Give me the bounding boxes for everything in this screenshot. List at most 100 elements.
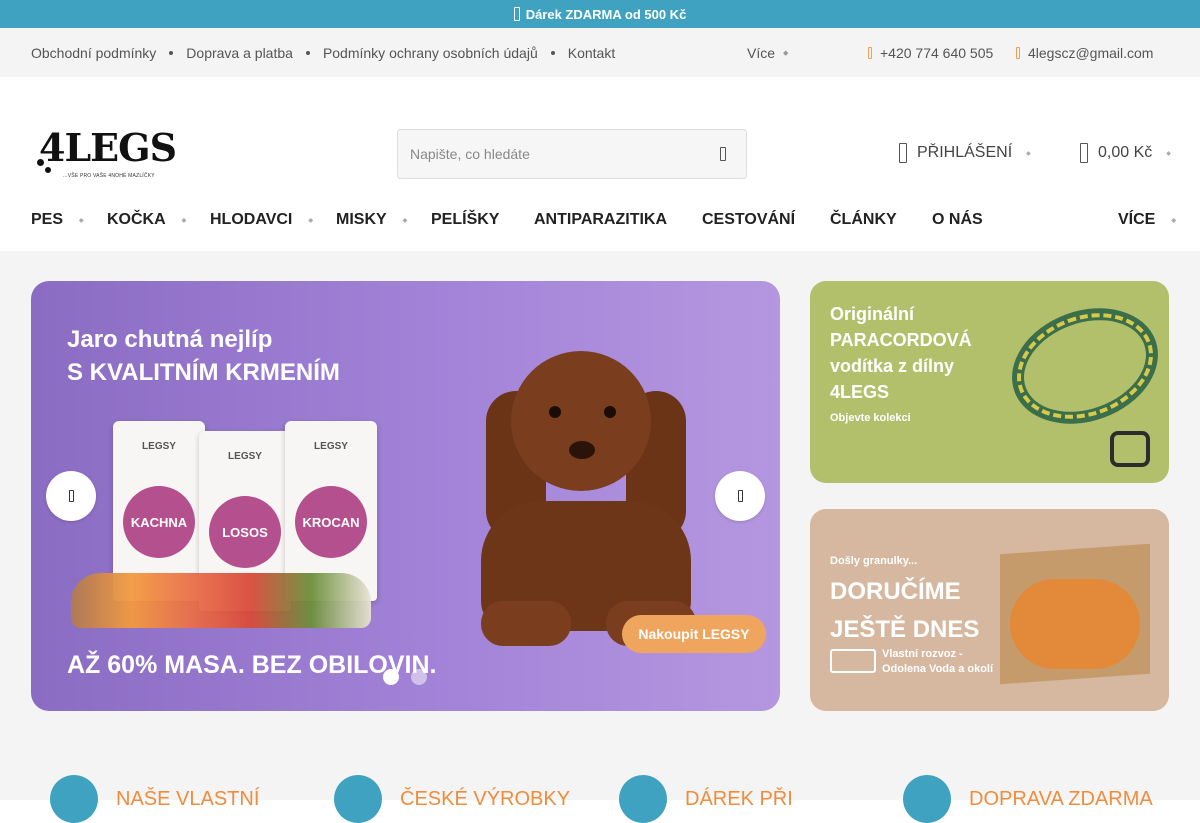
hero-cta-button[interactable]: Nakoupit LEGSY [622, 615, 766, 653]
slider-dot[interactable] [411, 669, 427, 685]
feature-item: DÁREK PŘI [619, 775, 793, 823]
paw-badge-icon [50, 775, 98, 823]
bag-flavor: KROCAN [295, 486, 367, 558]
logo-wordmark: 4LEGS [39, 125, 177, 170]
banner-line: PARACORDOVÁ [830, 330, 972, 350]
banner-delivery-title: DORUČÍME JEŠTĚ DNES [830, 573, 979, 649]
feature-label: ČESKÉ VÝROBKY [400, 787, 571, 810]
search-input[interactable] [410, 146, 720, 162]
feature-item: DOPRAVA ZDARMA [903, 775, 1153, 823]
banner-paracord-title: Originální PARACORDOVÁ vodítka z dílny 4… [830, 301, 972, 405]
dog-nose [569, 441, 595, 459]
slider-dots [383, 669, 427, 685]
search-icon[interactable] [720, 147, 726, 161]
cart-icon [1080, 143, 1088, 163]
chevron-down-icon: ◆ [79, 217, 84, 224]
logo-tagline: ...VŠE PRO VAŠE 4NOHÉ MAZLÍČKY [63, 173, 155, 179]
chevron-left-icon [68, 490, 74, 502]
nav-item-cestovani[interactable]: CESTOVÁNÍ [702, 211, 795, 229]
nav-item-hlodavci[interactable]: HLODAVCI ◆ [210, 211, 313, 229]
chevron-down-icon: ◆ [1171, 217, 1176, 224]
separator-dot [169, 50, 174, 55]
topbar-links: Obchodní podmínky Doprava a platba Podmí… [31, 45, 615, 61]
bag-brand: LEGSY [228, 451, 262, 462]
feature-label: DÁREK PŘI [685, 787, 793, 810]
bag-brand: LEGSY [314, 441, 348, 452]
bag-flavor: KACHNA [123, 486, 195, 558]
chevron-down-icon: ◆ [1026, 150, 1031, 157]
banner-line: JEŠTĚ DNES [830, 616, 980, 643]
banner-delivery-pre: Došly granulky... [830, 555, 918, 567]
bag-brand: LEGSY [142, 441, 176, 452]
banner-line: vodítka z dílny [830, 356, 955, 376]
slider-dot[interactable] [383, 669, 399, 685]
nav-item-misky[interactable]: MISKY ◆ [336, 211, 407, 229]
topbar-more-dropdown[interactable]: Více ◆ [747, 45, 788, 61]
promo-text: Dárek ZDARMA od 500 Kč [525, 6, 687, 22]
phone-icon [868, 46, 872, 59]
phone-contact[interactable]: +420 774 640 505 [868, 45, 993, 61]
hero-headline-line1: Jaro chutná nejlíp [67, 326, 273, 353]
nav-label: ČLÁNKY [830, 211, 897, 228]
search-box [397, 129, 747, 179]
cat-image [1010, 579, 1140, 669]
dog-eye [604, 406, 616, 418]
phone-number: +420 774 640 505 [880, 44, 994, 61]
link-obchodni-podminky[interactable]: Obchodní podmínky [31, 45, 156, 61]
link-kontakt[interactable]: Kontakt [568, 45, 615, 61]
hero-headline: Jaro chutná nejlíp S KVALITNÍM KRMENÍM [67, 323, 340, 389]
dog-eye [549, 406, 561, 418]
chevron-down-icon: ◆ [783, 49, 789, 57]
login-button[interactable]: PŘIHLÁŠENÍ ◆ [899, 143, 1031, 163]
nav-label: MISKY [336, 211, 387, 228]
nav-item-vice[interactable]: VÍCE ◆ [1118, 211, 1176, 229]
chevron-down-icon: ◆ [308, 217, 313, 224]
banner-line: DORUČÍME [830, 578, 961, 605]
banner-line: 4LEGS [830, 382, 890, 402]
nav-item-pes[interactable]: PES ◆ [31, 211, 84, 229]
slider-prev-button[interactable] [46, 471, 96, 521]
nav-item-pelisky[interactable]: PELÍŠKY [431, 211, 499, 229]
login-label: PŘIHLÁŠENÍ [917, 144, 1013, 161]
feature-label: DOPRAVA ZDARMA [969, 787, 1153, 810]
header: 4LEGS ...VŠE PRO VAŠE 4NOHÉ MAZLÍČKY PŘI… [0, 77, 1200, 202]
nav-item-kocka[interactable]: KOČKA ◆ [107, 211, 186, 229]
nav-label: VÍCE [1118, 211, 1156, 228]
cart-button[interactable]: 0,00 Kč ◆ [1080, 143, 1171, 163]
chevron-down-icon: ◆ [402, 217, 408, 224]
feature-item: NAŠE VLASTNÍ [50, 775, 259, 823]
bag-flavor: LOSOS [209, 496, 281, 568]
czech-map-icon [334, 775, 382, 823]
hero-slider[interactable]: Jaro chutná nejlíp S KVALITNÍM KRMENÍM L… [31, 281, 780, 711]
banner-delivery-subtitle: Vlastní rozvoz - Odolena Voda a okolí [882, 647, 993, 677]
slider-next-button[interactable] [715, 471, 765, 521]
email-contact[interactable]: 4legscz@gmail.com [1016, 45, 1153, 61]
nav-label: PES [31, 211, 64, 228]
nav-item-clanky[interactable]: ČLÁNKY [830, 211, 897, 229]
nav-item-o-nas[interactable]: O NÁS [932, 211, 983, 229]
nav-label: ANTIPARAZITIKA [534, 211, 668, 228]
link-ochrana-udaju[interactable]: Podmínky ochrany osobních údajů [323, 45, 538, 61]
nav-label: PELÍŠKY [431, 211, 500, 228]
food-ingredients-image [71, 573, 371, 628]
features-row: NAŠE VLASTNÍ ČESKÉ VÝROBKY DÁREK PŘI DOP… [0, 775, 1200, 823]
gift-badge-icon [619, 775, 667, 823]
chevron-down-icon: ◆ [181, 217, 187, 224]
banner-delivery[interactable]: Došly granulky... DORUČÍME JEŠTĚ DNES Vl… [810, 509, 1169, 711]
nav-item-antiparazitika[interactable]: ANTIPARAZITIKA [534, 211, 667, 229]
link-doprava-platba[interactable]: Doprava a platba [186, 45, 293, 61]
site-logo[interactable]: 4LEGS ...VŠE PRO VAŠE 4NOHÉ MAZLÍČKY [35, 125, 177, 181]
cart-total: 0,00 Kč [1098, 144, 1153, 161]
feature-item: ČESKÉ VÝROBKY [334, 775, 570, 823]
nav-label: HLODAVCI [210, 211, 293, 228]
gift-icon [513, 7, 520, 21]
hero-headline-line2: S KVALITNÍM KRMENÍM [67, 359, 340, 386]
nav-label: O NÁS [932, 211, 983, 228]
banner-paracord[interactable]: Originální PARACORDOVÁ vodítka z dílny 4… [810, 281, 1169, 483]
paracord-leash-image [995, 288, 1169, 444]
chevron-down-icon: ◆ [1166, 150, 1171, 157]
truck-badge-icon [903, 775, 951, 823]
topbar-more-label: Více [747, 44, 776, 61]
main-content: Jaro chutná nejlíp S KVALITNÍM KRMENÍM L… [0, 251, 1200, 823]
user-icon [899, 143, 907, 163]
